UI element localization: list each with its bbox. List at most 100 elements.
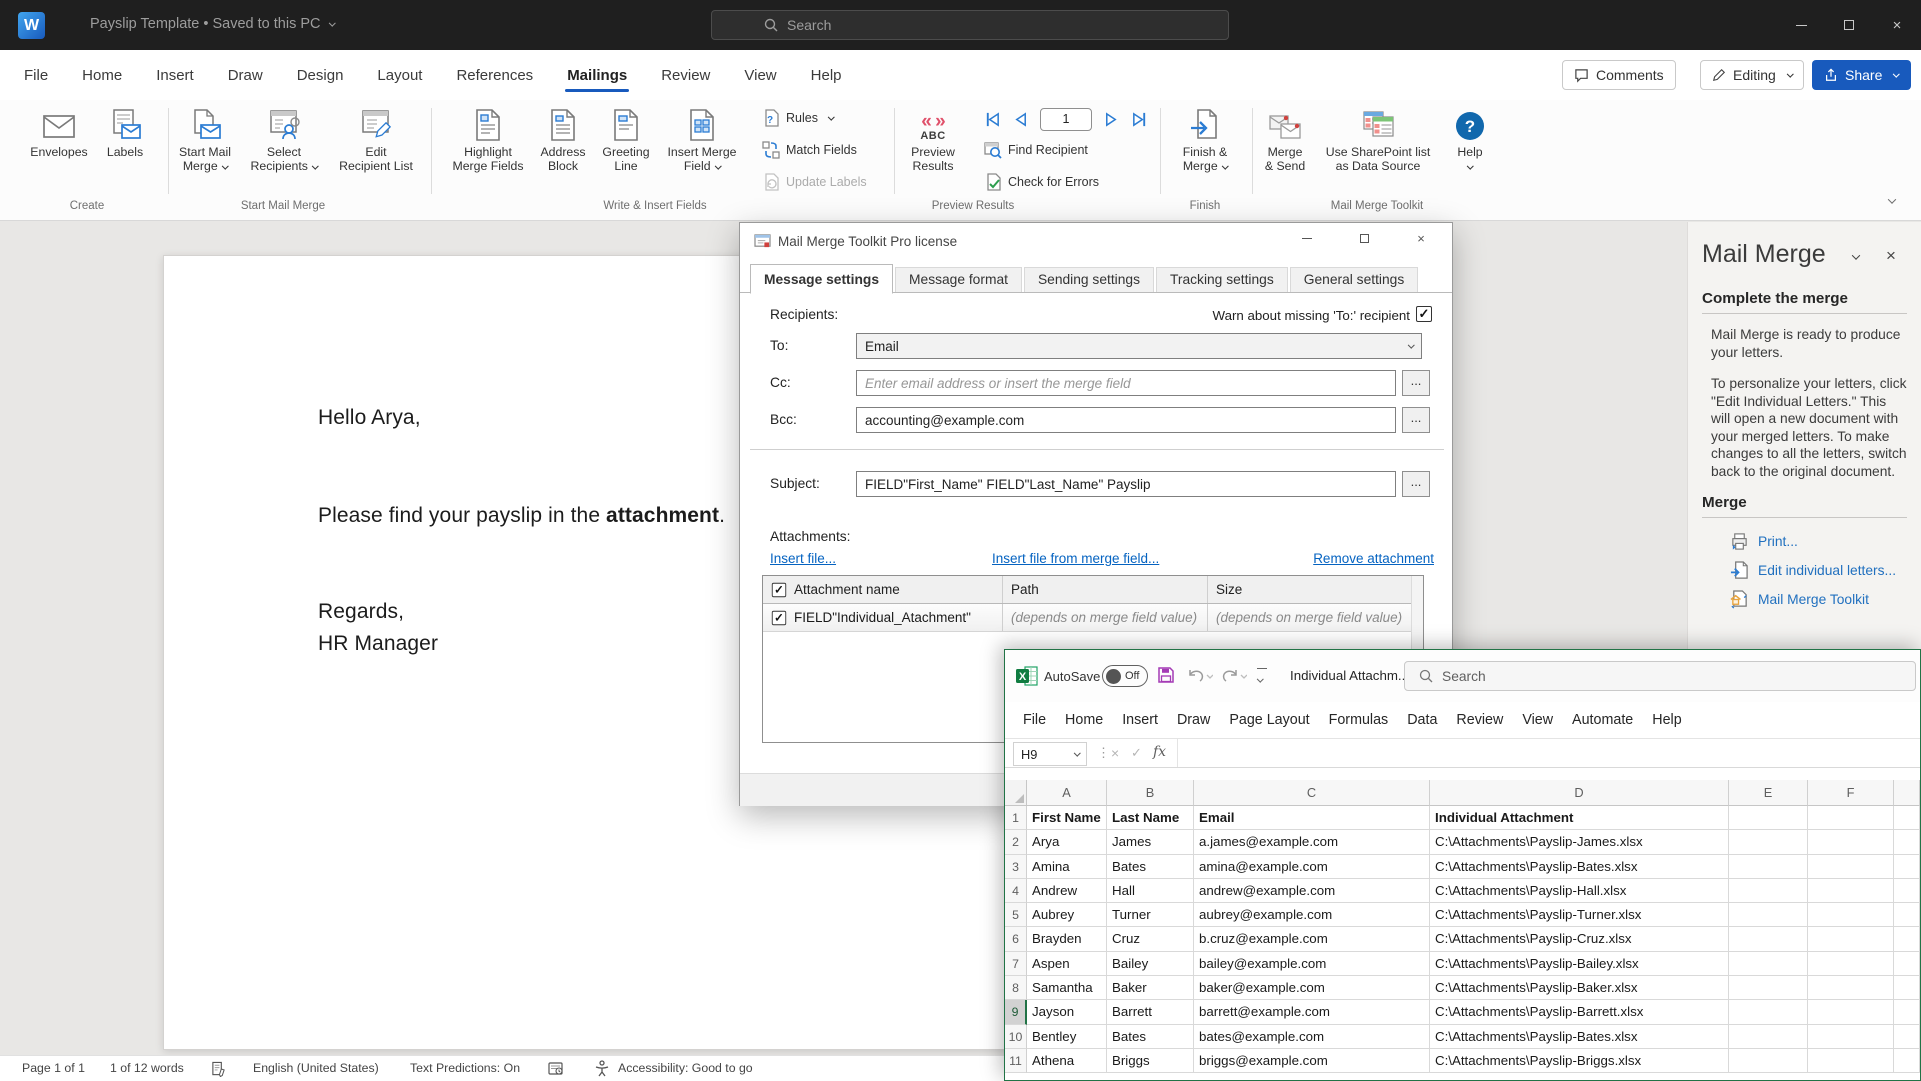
use-sharepoint-list-button[interactable]: Use SharePoint listas Data Source bbox=[1318, 105, 1438, 173]
accessibility-icon[interactable] bbox=[594, 1060, 610, 1077]
cc-browse-button[interactable]: ... bbox=[1402, 370, 1430, 396]
bcc-input[interactable]: accounting@example.com bbox=[856, 407, 1396, 433]
cell-A2[interactable]: Arya bbox=[1027, 830, 1107, 854]
cell-F6[interactable] bbox=[1808, 927, 1894, 951]
cell-E10[interactable] bbox=[1729, 1025, 1808, 1049]
word-tab-design[interactable]: Design bbox=[295, 55, 346, 96]
edit-recipient-list-button[interactable]: EditRecipient List bbox=[330, 105, 422, 173]
insert-merge-field-button[interactable]: Insert MergeField bbox=[660, 105, 744, 173]
share-button[interactable]: Share bbox=[1812, 60, 1911, 90]
cell-C4[interactable]: andrew@example.com bbox=[1194, 879, 1430, 903]
word-tab-review[interactable]: Review bbox=[659, 55, 712, 96]
cell-A9[interactable]: Jayson bbox=[1027, 1000, 1107, 1024]
dialog-tab-message-settings[interactable]: Message settings bbox=[750, 264, 893, 294]
cell-D1[interactable]: Individual Attachment bbox=[1430, 806, 1729, 830]
cell-G10[interactable] bbox=[1894, 1025, 1920, 1049]
first-record-button[interactable] bbox=[984, 111, 1001, 128]
excel-tab-data[interactable]: Data bbox=[1407, 712, 1437, 728]
dialog-close-button[interactable]: × bbox=[1399, 223, 1443, 253]
word-tab-file[interactable]: File bbox=[22, 55, 50, 96]
row-header-7[interactable]: 7 bbox=[1005, 952, 1027, 976]
cell-D8[interactable]: C:\Attachments\Payslip-Baker.xlsx bbox=[1430, 976, 1729, 1000]
comments-button[interactable]: Comments bbox=[1562, 60, 1676, 90]
editing-mode-button[interactable]: Editing bbox=[1700, 60, 1804, 90]
dialog-tab-tracking-settings[interactable]: Tracking settings bbox=[1156, 267, 1288, 293]
cell-F10[interactable] bbox=[1808, 1025, 1894, 1049]
cell-B11[interactable]: Briggs bbox=[1107, 1049, 1194, 1073]
cell-D10[interactable]: C:\Attachments\Payslip-Bates.xlsx bbox=[1430, 1025, 1729, 1049]
next-record-button[interactable] bbox=[1103, 111, 1120, 128]
editor-icon[interactable] bbox=[548, 1061, 564, 1077]
column-header-f[interactable]: F bbox=[1808, 780, 1894, 806]
word-tab-help[interactable]: Help bbox=[809, 55, 844, 96]
start-mail-merge-button[interactable]: Start MailMerge bbox=[172, 105, 238, 173]
cell-B3[interactable]: Bates bbox=[1107, 855, 1194, 879]
pane-chevron-icon[interactable] bbox=[1852, 251, 1860, 259]
cell-B4[interactable]: Hall bbox=[1107, 879, 1194, 903]
cell-G7[interactable] bbox=[1894, 952, 1920, 976]
cell-G8[interactable] bbox=[1894, 976, 1920, 1000]
cell-B1[interactable]: Last Name bbox=[1107, 806, 1194, 830]
column-header-d[interactable]: D bbox=[1430, 780, 1729, 806]
print-link[interactable]: Print... bbox=[1702, 532, 1907, 551]
word-tab-home[interactable]: Home bbox=[80, 55, 124, 96]
cell-C6[interactable]: b.cruz@example.com bbox=[1194, 927, 1430, 951]
cell-F3[interactable] bbox=[1808, 855, 1894, 879]
cell-G3[interactable] bbox=[1894, 855, 1920, 879]
edit-individual-letters-link[interactable]: Edit individual letters... bbox=[1702, 561, 1907, 580]
name-box[interactable]: H9 bbox=[1013, 742, 1087, 766]
dialog-tab-general-settings[interactable]: General settings bbox=[1290, 267, 1418, 293]
envelopes-button[interactable]: Envelopes bbox=[26, 105, 92, 159]
word-tab-mailings[interactable]: Mailings bbox=[565, 55, 629, 96]
cell-E3[interactable] bbox=[1729, 855, 1808, 879]
cell-A7[interactable]: Aspen bbox=[1027, 952, 1107, 976]
formula-input[interactable] bbox=[1177, 739, 1920, 767]
cell-E6[interactable] bbox=[1729, 927, 1808, 951]
cell-B9[interactable]: Barrett bbox=[1107, 1000, 1194, 1024]
row-header-8[interactable]: 8 bbox=[1005, 976, 1027, 1000]
record-number-input[interactable]: 1 bbox=[1040, 108, 1092, 131]
word-tab-view[interactable]: View bbox=[742, 55, 778, 96]
row-header-11[interactable]: 11 bbox=[1005, 1049, 1027, 1073]
cell-A3[interactable]: Amina bbox=[1027, 855, 1107, 879]
row-header-6[interactable]: 6 bbox=[1005, 927, 1027, 951]
cell-E7[interactable] bbox=[1729, 952, 1808, 976]
warn-missing-to-checkbox[interactable]: ✓ bbox=[1416, 306, 1432, 322]
row-header-3[interactable]: 3 bbox=[1005, 855, 1027, 879]
dialog-tab-message-format[interactable]: Message format bbox=[895, 267, 1022, 293]
excel-tab-help[interactable]: Help bbox=[1652, 712, 1681, 728]
excel-tab-file[interactable]: File bbox=[1023, 712, 1046, 728]
cell-F9[interactable] bbox=[1808, 1000, 1894, 1024]
word-tab-layout[interactable]: Layout bbox=[375, 55, 424, 96]
highlight-merge-fields-button[interactable]: HighlightMerge Fields bbox=[446, 105, 530, 173]
row-header-10[interactable]: 10 bbox=[1005, 1025, 1027, 1049]
close-button[interactable]: × bbox=[1873, 0, 1921, 50]
autosave-toggle[interactable]: Off bbox=[1102, 665, 1148, 687]
accessibility-status[interactable]: Accessibility: Good to go bbox=[618, 1061, 753, 1075]
cell-F7[interactable] bbox=[1808, 952, 1894, 976]
enter-icon[interactable]: ✓ bbox=[1131, 745, 1142, 761]
cell-G1[interactable] bbox=[1894, 806, 1920, 830]
cell-G6[interactable] bbox=[1894, 927, 1920, 951]
cell-C3[interactable]: amina@example.com bbox=[1194, 855, 1430, 879]
maximize-button[interactable] bbox=[1825, 0, 1873, 50]
cell-D3[interactable]: C:\Attachments\Payslip-Bates.xlsx bbox=[1430, 855, 1729, 879]
row-header-4[interactable]: 4 bbox=[1005, 879, 1027, 903]
cell-C8[interactable]: baker@example.com bbox=[1194, 976, 1430, 1000]
redo-icon[interactable] bbox=[1221, 667, 1247, 684]
greeting-line-button[interactable]: GreetingLine bbox=[597, 105, 655, 173]
cell-D5[interactable]: C:\Attachments\Payslip-Turner.xlsx bbox=[1430, 903, 1729, 927]
rules-button[interactable]: ? Rules bbox=[762, 105, 833, 131]
cell-A11[interactable]: Athena bbox=[1027, 1049, 1107, 1073]
word-count[interactable]: 1 of 12 words bbox=[110, 1061, 184, 1075]
dialog-maximize-button[interactable] bbox=[1342, 223, 1386, 253]
cell-C11[interactable]: briggs@example.com bbox=[1194, 1049, 1430, 1073]
column-header-c[interactable]: C bbox=[1194, 780, 1430, 806]
cell-F2[interactable] bbox=[1808, 830, 1894, 854]
subject-input[interactable]: FIELD"First_Name" FIELD"Last_Name" Paysl… bbox=[856, 471, 1396, 497]
cell-F8[interactable] bbox=[1808, 976, 1894, 1000]
cell-G11[interactable] bbox=[1894, 1049, 1920, 1073]
cell-A8[interactable]: Samantha bbox=[1027, 976, 1107, 1000]
cell-D4[interactable]: C:\Attachments\Payslip-Hall.xlsx bbox=[1430, 879, 1729, 903]
finish-merge-button[interactable]: Finish &Merge bbox=[1172, 105, 1238, 173]
